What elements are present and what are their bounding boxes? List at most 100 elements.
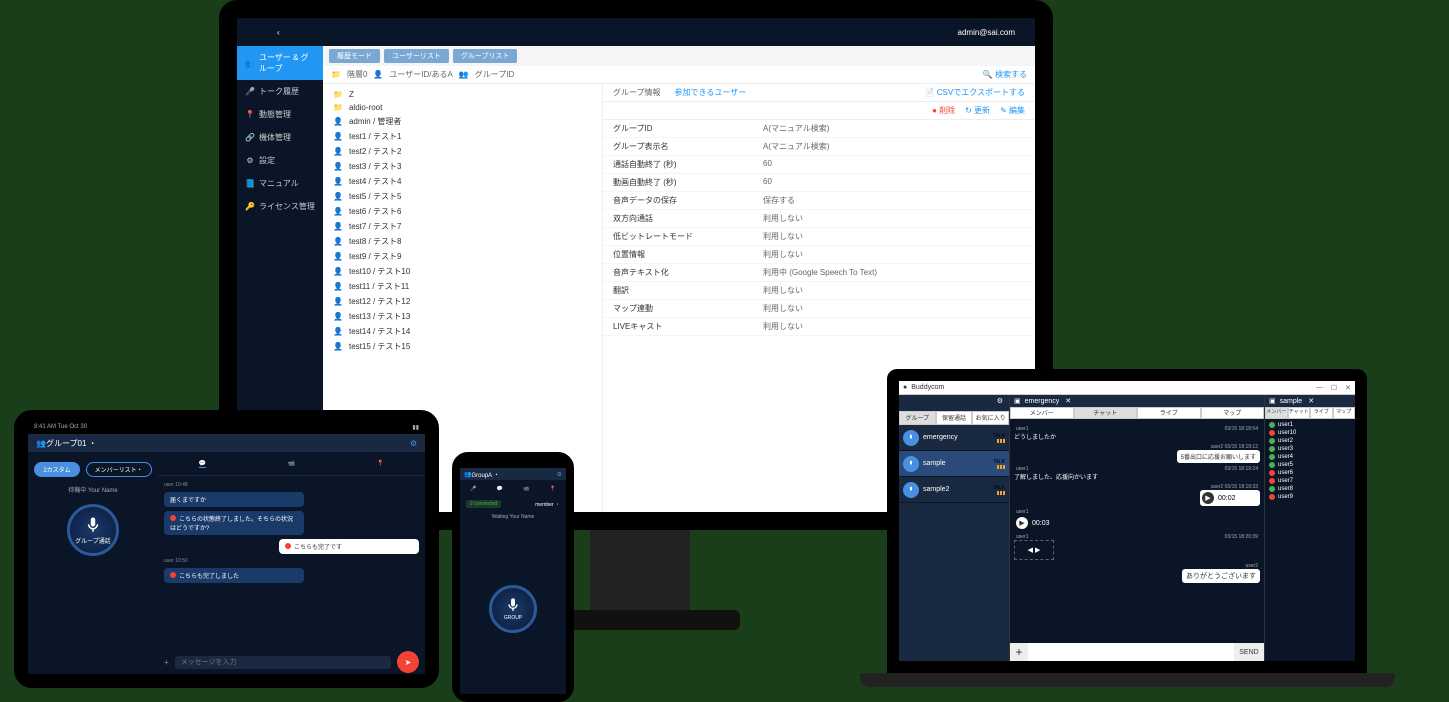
pill-custom[interactable]: 2カスタム (34, 462, 79, 477)
attach-button[interactable]: + (1010, 643, 1028, 661)
tab-chat[interactable]: 💬 (199, 460, 206, 468)
maximize-icon[interactable]: ☐ (1331, 384, 1337, 392)
list-item[interactable]: 📁Z (323, 88, 602, 101)
user-item[interactable]: user2 (1267, 437, 1353, 445)
audio-message[interactable]: ▶00:02 (1200, 490, 1260, 506)
message-input[interactable] (1028, 643, 1234, 661)
tab-video[interactable]: 📹 (523, 486, 529, 492)
sidebar-item[interactable]: 🔑ライセンス管理 (237, 195, 323, 218)
tab-mic[interactable]: 🎤 (470, 486, 476, 492)
user-item[interactable]: user1 (1267, 421, 1353, 429)
right-tab-map[interactable]: マップ (1333, 407, 1356, 419)
group-item[interactable]: sample2TALK (899, 477, 1009, 503)
list-item[interactable]: 👤test14 / テスト14 (323, 324, 602, 339)
list-item[interactable]: 👤test12 / テスト12 (323, 294, 602, 309)
video-message[interactable]: ◀ ▶ (1014, 540, 1054, 560)
current-user[interactable]: admin@sai.com (958, 28, 1015, 37)
detail-tab-info[interactable]: グループ情報 (613, 87, 661, 98)
left-tab-hold[interactable]: 保留通話 (936, 411, 973, 425)
list-item[interactable]: 👤admin / 管理者 (323, 114, 602, 129)
detail-row: 翻訳利用しない (603, 282, 1035, 300)
list-item[interactable]: 👤test13 / テスト13 (323, 309, 602, 324)
group-item[interactable]: sampleTALK (899, 451, 1009, 477)
list-item[interactable]: 👤test2 / テスト2 (323, 144, 602, 159)
sidebar-item[interactable]: 🎤トーク履歴 (237, 80, 323, 103)
member-dropdown[interactable]: member ・ (535, 501, 560, 508)
mid-tab-live[interactable]: ライブ (1137, 407, 1201, 419)
breadcrumb-mid[interactable]: ユーザーID/あるA (389, 69, 452, 80)
list-item[interactable]: 👤test15 / テスト15 (323, 339, 602, 354)
sidebar-item[interactable]: 👥ユーザー & グループ (237, 46, 323, 80)
panel-toggle-icon[interactable]: ▣ (1269, 397, 1276, 405)
mode-tab[interactable]: グループリスト (453, 49, 518, 63)
breadcrumb-leaf[interactable]: グループID (475, 69, 515, 80)
tab-location[interactable]: 📍 (550, 486, 556, 492)
left-tab-fav[interactable]: お気に入り (972, 411, 1009, 425)
user-item[interactable]: user8 (1267, 485, 1353, 493)
gear-icon[interactable]: ⚙ (557, 471, 562, 478)
list-item[interactable]: 👤test6 / テスト6 (323, 204, 602, 219)
list-item[interactable]: 👤test8 / テスト8 (323, 234, 602, 249)
left-tab-group[interactable]: グループ (899, 411, 936, 425)
audio-message[interactable]: ▶00:03 (1014, 515, 1074, 531)
user-item[interactable]: user7 (1267, 477, 1353, 485)
sidebar-item[interactable]: 🔗機体管理 (237, 126, 323, 149)
tab-chat[interactable]: 💬 (497, 486, 503, 492)
right-tab-chat[interactable]: チャット (1288, 407, 1311, 419)
sidebar-item[interactable]: 📘マニュアル (237, 172, 323, 195)
edit-button[interactable]: ✎ 編集 (1000, 105, 1025, 116)
delete-button[interactable]: ● 削除 (932, 105, 955, 116)
mid-tab-map[interactable]: マップ (1201, 407, 1265, 419)
breadcrumb-root[interactable]: 階層0 (347, 69, 367, 80)
user-item[interactable]: user5 (1267, 461, 1353, 469)
list-item[interactable]: 👤test3 / テスト3 (323, 159, 602, 174)
status-dot-icon (1269, 446, 1275, 452)
tab-video[interactable]: 📹 (288, 460, 295, 467)
user-item[interactable]: user10 (1267, 429, 1353, 437)
list-item[interactable]: 👤test11 / テスト11 (323, 279, 602, 294)
minimize-icon[interactable]: — (1316, 384, 1323, 392)
list-item[interactable]: 📁aldio-root (323, 101, 602, 114)
list-item[interactable]: 👤test9 / テスト9 (323, 249, 602, 264)
list-item[interactable]: 👤test1 / テスト1 (323, 129, 602, 144)
group-title[interactable]: GroupA ・ (471, 470, 499, 479)
user-item[interactable]: user9 (1267, 493, 1353, 501)
list-item[interactable]: 👤test4 / テスト4 (323, 174, 602, 189)
search-link[interactable]: 🔍 検索する (983, 69, 1027, 80)
send-button[interactable]: ➤ (397, 651, 419, 673)
pill-memberlist[interactable]: メンバーリスト・ (86, 462, 152, 477)
close-tab-icon[interactable]: ✕ (1308, 397, 1314, 405)
panel-toggle-icon[interactable]: ▣ (1014, 397, 1021, 405)
list-item[interactable]: 👤test10 / テスト10 (323, 264, 602, 279)
right-tab-member[interactable]: メンバー (1265, 407, 1288, 419)
group-title[interactable]: グループ01 ・ (46, 438, 97, 449)
mic-button[interactable]: グループ通話 (67, 504, 119, 556)
list-item[interactable]: 👤test7 / テスト7 (323, 219, 602, 234)
mid-tab-member[interactable]: メンバー (1010, 407, 1074, 419)
sidebar-item[interactable]: ⚙設定 (237, 149, 323, 172)
csv-export[interactable]: 📄 CSVでエクスポートする (925, 87, 1025, 98)
back-icon[interactable]: ‹ (277, 28, 280, 37)
user-item[interactable]: user3 (1267, 445, 1353, 453)
mode-tab[interactable]: 履歴モード (329, 49, 380, 63)
tab-location[interactable]: 📍 (377, 460, 384, 467)
gear-icon[interactable]: ⚙ (410, 439, 417, 448)
message-input[interactable] (175, 656, 391, 669)
user-item[interactable]: user4 (1267, 453, 1353, 461)
mic-button[interactable]: GROUP (489, 585, 537, 633)
close-tab-icon[interactable]: ✕ (1065, 397, 1071, 405)
detail-value: 利用しない (763, 213, 803, 224)
user-item[interactable]: user6 (1267, 469, 1353, 477)
gear-icon[interactable]: ⚙ (997, 397, 1003, 409)
close-icon[interactable]: ✕ (1345, 384, 1351, 392)
detail-tab-users[interactable]: 参加できるユーザー (675, 87, 747, 98)
send-button[interactable]: SEND (1234, 643, 1264, 661)
plus-icon[interactable]: + (164, 658, 169, 667)
sidebar-item[interactable]: 📍動態管理 (237, 103, 323, 126)
list-item[interactable]: 👤test5 / テスト5 (323, 189, 602, 204)
right-tab-live[interactable]: ライブ (1310, 407, 1333, 419)
update-button[interactable]: ↻ 更新 (965, 105, 990, 116)
mode-tab[interactable]: ユーザーリスト (384, 49, 449, 63)
group-item[interactable]: emergencyTALK (899, 425, 1009, 451)
mid-tab-chat[interactable]: チャット (1074, 407, 1138, 419)
